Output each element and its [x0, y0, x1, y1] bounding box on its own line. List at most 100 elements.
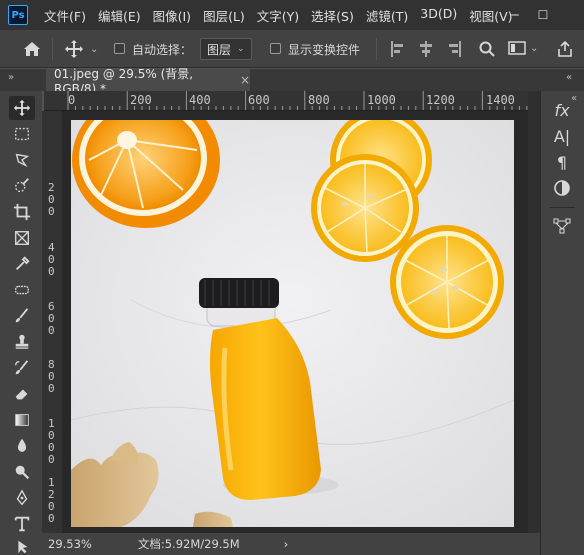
healing-brush-tool-icon[interactable]: [9, 278, 35, 302]
show-transform-label: 显示变换控件: [288, 43, 361, 57]
search-icon[interactable]: [478, 40, 496, 58]
home-icon[interactable]: [22, 40, 42, 58]
ruler-label: 0: [48, 265, 55, 278]
minimize-button[interactable]: ─: [504, 0, 526, 30]
menu-filter[interactable]: 滤镜(T): [360, 6, 414, 25]
menu-image[interactable]: 图像(I): [147, 6, 197, 25]
document-tab-bar: » 01.jpeg @ 29.5% (背景, RGB/8) * × «: [0, 67, 584, 96]
chevron-down-icon: ⌄: [237, 44, 245, 54]
quick-select-tool-icon[interactable]: [9, 174, 35, 198]
collapse-toolbar-icon[interactable]: »: [8, 72, 14, 83]
clone-stamp-tool-icon[interactable]: [9, 330, 35, 354]
ruler-label: 0: [68, 93, 76, 107]
paragraph-panel-icon[interactable]: ¶: [551, 151, 573, 173]
menu-3d[interactable]: 3D(D): [414, 6, 463, 25]
ruler-label: 0: [48, 441, 55, 454]
ruler-label: 4: [48, 241, 55, 254]
ruler-label: 1: [48, 476, 55, 489]
crop-tool-icon[interactable]: [9, 200, 35, 224]
pen-tool-icon[interactable]: [9, 486, 35, 510]
chevron-down-icon[interactable]: ⌄: [530, 43, 538, 54]
show-transform-checkbox[interactable]: [270, 43, 281, 54]
ruler-label: 0: [48, 370, 55, 383]
eyedropper-tool-icon[interactable]: [9, 252, 35, 276]
menu-type[interactable]: 文字(Y): [251, 6, 305, 25]
move-tool-icon[interactable]: [9, 96, 35, 120]
ruler-label: 2: [48, 181, 55, 194]
chevron-down-icon[interactable]: ⌄: [90, 44, 98, 55]
lasso-tool-icon[interactable]: [9, 148, 35, 172]
blur-tool-icon[interactable]: [9, 434, 35, 458]
menu-file[interactable]: 文件(F): [38, 6, 92, 25]
workspace-icon[interactable]: ⌄: [508, 40, 538, 56]
align-center-icon[interactable]: [418, 40, 434, 58]
ruler-label: 1400: [486, 93, 515, 107]
ruler-label: 8: [48, 358, 55, 371]
type-tool-icon[interactable]: [9, 512, 35, 536]
ruler-label: 0: [48, 512, 55, 525]
status-bar: 29.53% 文档:5.92M/29.5M ›: [42, 533, 540, 555]
eraser-tool-icon[interactable]: [9, 382, 35, 406]
options-bar: ⌄ 自动选择： 图层 ⌄ 显示变换控件 ⌄: [0, 30, 584, 68]
ruler-label: 6: [48, 300, 55, 313]
frame-tool-icon[interactable]: [9, 226, 35, 250]
menu-edit[interactable]: 编辑(E): [92, 6, 147, 25]
adjustments-icon[interactable]: [551, 177, 573, 199]
document-tab[interactable]: 01.jpeg @ 29.5% (背景, RGB/8) * ×: [46, 67, 250, 96]
juice-photo: [71, 120, 514, 527]
ruler-label: 0: [48, 382, 55, 395]
status-menu-arrow-icon[interactable]: ›: [284, 537, 289, 551]
marquee-tool-icon[interactable]: [9, 122, 35, 146]
share-icon[interactable]: [556, 40, 574, 58]
ruler-label: 600: [248, 93, 270, 107]
lemon-slice-illustration: [311, 154, 419, 262]
ruler-label: 0: [48, 453, 55, 466]
character-panel-icon[interactable]: A|: [551, 125, 573, 147]
menu-layer[interactable]: 图层(L): [197, 6, 251, 25]
auto-select-target-value: 图层: [207, 42, 232, 57]
close-tab-button[interactable]: ×: [240, 73, 250, 87]
collapsed-panels: « fx A| ¶: [540, 91, 584, 555]
ruler-label: 200: [130, 93, 152, 107]
align-left-icon[interactable]: [390, 40, 406, 58]
zoom-level[interactable]: 29.53%: [48, 537, 92, 551]
menu-select[interactable]: 选择(S): [305, 6, 360, 25]
ruler-label: 800: [308, 93, 330, 107]
document-image[interactable]: [71, 120, 514, 527]
gradient-tool-icon[interactable]: [9, 408, 35, 432]
ruler-label: 0: [48, 193, 55, 206]
history-brush-tool-icon[interactable]: [9, 356, 35, 380]
dodge-tool-icon[interactable]: [9, 460, 35, 484]
ruler-label: 0: [48, 312, 55, 325]
auto-select-label: 自动选择：: [132, 43, 193, 57]
align-right-icon[interactable]: [446, 40, 462, 58]
path-anchor-icon[interactable]: [551, 215, 573, 237]
ruler-label: 0: [48, 253, 55, 266]
ruler-label: 0: [48, 324, 55, 337]
collapse-panels-icon[interactable]: «: [566, 72, 572, 83]
ruler-label: 0: [48, 429, 55, 442]
ruler-label: 1200: [426, 93, 455, 107]
menu-items: 文件(F) 编辑(E) 图像(I) 图层(L) 文字(Y) 选择(S) 滤镜(T…: [38, 6, 519, 25]
ruler-label: 2: [48, 488, 55, 501]
maximize-button[interactable]: ☐: [532, 0, 554, 30]
menu-bar: Ps 文件(F) 编辑(E) 图像(I) 图层(L) 文字(Y) 选择(S) 滤…: [0, 0, 584, 30]
move-tool-preset-icon[interactable]: ⌄: [64, 39, 98, 59]
ruler-label: 0: [48, 205, 55, 218]
ruler-label: 1: [48, 417, 55, 430]
path-selection-tool-icon[interactable]: [9, 535, 35, 555]
fx-styles-icon[interactable]: fx: [551, 99, 573, 121]
photoshop-logo-icon[interactable]: Ps: [8, 5, 28, 25]
auto-select-checkbox[interactable]: [114, 43, 125, 54]
lemon-slice-illustration: [390, 225, 504, 339]
canvas-area[interactable]: [62, 111, 528, 533]
vertical-ruler: 2 0 0 4 0 0 6 0 0 8 0 0 1 0 0 0 1 2 0 0: [42, 111, 62, 533]
tools-panel: [0, 91, 42, 555]
brush-tool-icon[interactable]: [9, 304, 35, 328]
ruler-label: 400: [189, 93, 211, 107]
document-size: 文档:5.92M/29.5M: [137, 537, 240, 551]
horizontal-ruler: 0 200 400 600 800 1000 1200 1400: [44, 91, 528, 111]
ruler-label: 1000: [367, 93, 396, 107]
auto-select-target-dropdown[interactable]: 图层 ⌄: [200, 38, 252, 60]
vertical-scrollbar[interactable]: [528, 91, 540, 533]
